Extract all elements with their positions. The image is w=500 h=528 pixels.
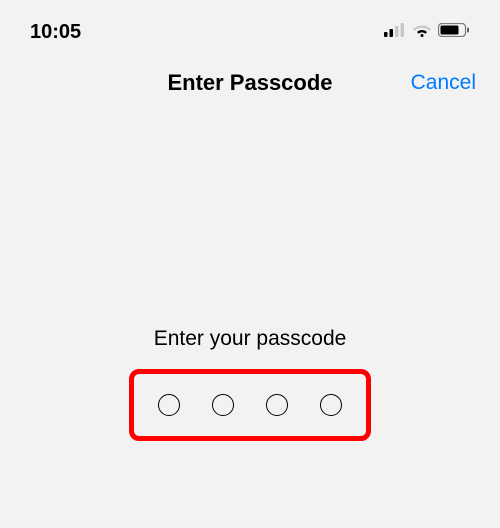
- status-icons: [384, 23, 470, 42]
- content-area: Enter your passcode: [0, 112, 500, 441]
- passcode-prompt: Enter your passcode: [154, 327, 347, 351]
- passcode-dot-1: [158, 394, 180, 416]
- cancel-button[interactable]: Cancel: [411, 71, 476, 95]
- passcode-dot-2: [212, 394, 234, 416]
- page-title: Enter Passcode: [167, 70, 332, 96]
- status-bar: 10:05: [0, 0, 500, 50]
- nav-bar: Enter Passcode Cancel: [0, 50, 500, 112]
- cellular-icon: [384, 23, 406, 42]
- passcode-dot-4: [320, 394, 342, 416]
- battery-icon: [438, 23, 470, 42]
- passcode-input[interactable]: [129, 369, 371, 441]
- status-time: 10:05: [30, 21, 81, 44]
- wifi-icon: [412, 23, 432, 42]
- passcode-dot-3: [266, 394, 288, 416]
